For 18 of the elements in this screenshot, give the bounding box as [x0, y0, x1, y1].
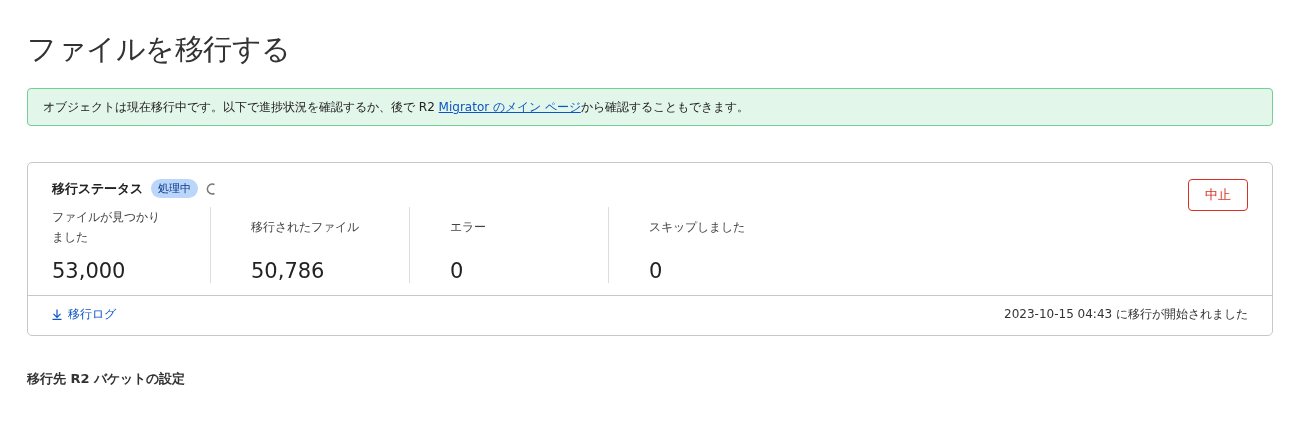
stat-label: スキップしました — [649, 219, 745, 236]
stat-label: ファイルが見つかりました — [52, 209, 161, 246]
main-page-link[interactable]: Migrator のメイン ページ — [438, 100, 581, 114]
migration-log-link[interactable]: 移行ログ — [52, 306, 116, 323]
section-heading: 移行先 R2 バケットの設定 — [27, 370, 187, 388]
stat-value: 50,786 — [251, 259, 326, 283]
stat-value: 53,000 — [52, 259, 127, 283]
card-title: 移行ステータス — [52, 179, 143, 198]
stat-value: 0 — [450, 259, 465, 283]
stat-value: 0 — [649, 259, 664, 283]
page-title: ファイルを移行する — [27, 31, 292, 68]
abort-button[interactable]: 中止 — [1188, 179, 1248, 211]
status-badge: 処理中 — [151, 179, 198, 198]
download-icon — [52, 309, 62, 320]
stat-label: 移行されたファイル — [251, 219, 359, 236]
start-time: 2023-10-15 04:43 に移行が開始されました — [1004, 306, 1248, 323]
stat-label: エラー — [450, 219, 486, 236]
info-message: オブジェクトは現在移行中です。以下で進捗状況を確認するか、後で R2 Migrator のメイン ページから確認することもできます。 — [27, 88, 1273, 126]
